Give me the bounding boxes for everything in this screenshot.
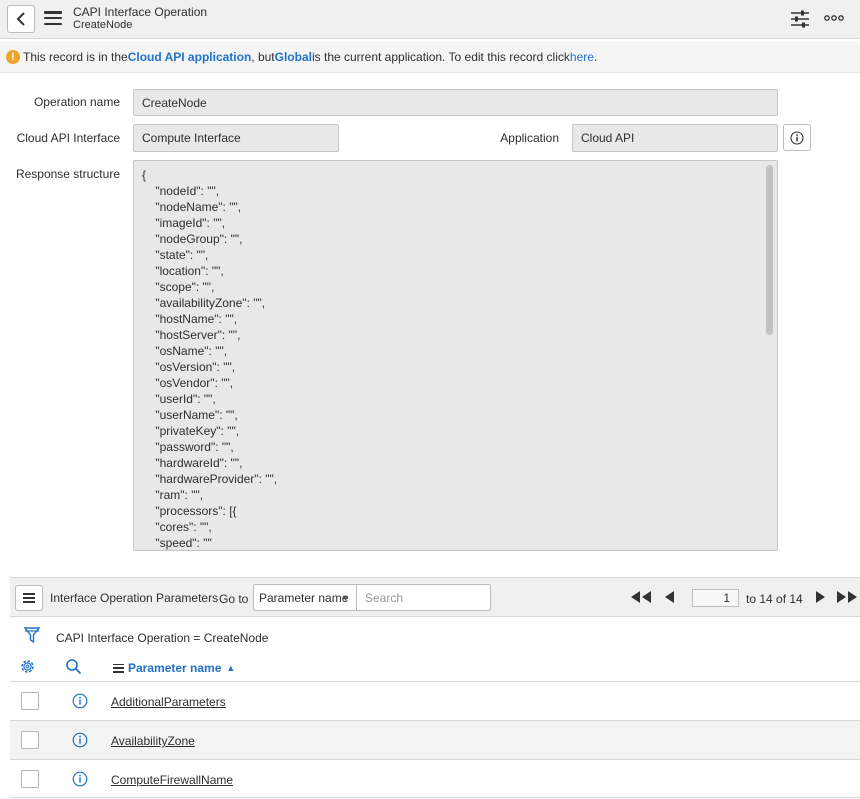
parameter-name-link[interactable]: AdditionalParameters bbox=[111, 695, 226, 709]
cloud-api-app-link[interactable]: Cloud API application bbox=[128, 50, 252, 64]
page-range-text: to 14 of 14 bbox=[746, 592, 803, 606]
parameter-name-link[interactable]: AvailabilityZone bbox=[111, 734, 195, 748]
search-icon[interactable] bbox=[65, 658, 82, 675]
operation-name-field[interactable]: CreateNode bbox=[133, 89, 778, 116]
table-row: AdditionalParameters bbox=[10, 681, 860, 720]
related-list-title: Interface Operation Parameters bbox=[50, 591, 219, 605]
row-checkbox[interactable] bbox=[21, 770, 39, 788]
record-title: CAPI Interface Operation CreateNode bbox=[73, 6, 207, 32]
page-subtitle: CreateNode bbox=[73, 19, 133, 31]
chevron-left-icon bbox=[16, 12, 25, 26]
response-structure-textarea[interactable]: { "nodeId": "", "nodeName": "", "imageId… bbox=[133, 160, 778, 551]
column-menu-icon[interactable] bbox=[113, 663, 124, 673]
funnel-icon[interactable] bbox=[24, 626, 40, 644]
goto-field-select[interactable]: Parameter name ▼ bbox=[253, 584, 357, 611]
goto-label: Go to bbox=[219, 592, 249, 606]
sliders-icon[interactable] bbox=[790, 10, 810, 28]
table-row: ComputeFirewallName bbox=[10, 759, 860, 798]
list-search-input[interactable] bbox=[356, 584, 491, 611]
cloud-api-interface-label: Cloud API Interface bbox=[16, 131, 120, 145]
response-structure-content: { "nodeId": "", "nodeName": "", "imageId… bbox=[142, 168, 278, 550]
filter-breadcrumb[interactable]: CAPI Interface Operation = CreateNode bbox=[56, 631, 268, 645]
application-label: Application bbox=[500, 131, 559, 145]
info-icon[interactable] bbox=[72, 732, 88, 748]
application-info-button[interactable] bbox=[783, 124, 811, 151]
next-page-icon[interactable] bbox=[815, 591, 827, 603]
current-app-name: Global bbox=[274, 49, 312, 64]
list-menu-button[interactable] bbox=[15, 585, 43, 611]
column-header-parameter-name[interactable]: Parameter name ▲ bbox=[113, 661, 235, 675]
exclamation-icon: ! bbox=[6, 49, 20, 64]
info-icon bbox=[790, 130, 804, 145]
hamburger-icon[interactable] bbox=[44, 11, 62, 25]
last-page-icon[interactable] bbox=[836, 591, 858, 603]
notice-text-2: , but bbox=[251, 49, 275, 64]
column-header-label: Parameter name bbox=[128, 661, 222, 675]
application-field[interactable]: Cloud API bbox=[572, 124, 778, 152]
edit-here-link[interactable]: here bbox=[570, 50, 594, 64]
info-icon[interactable] bbox=[72, 693, 88, 709]
page-number-input[interactable]: 1 bbox=[692, 589, 739, 607]
application-notice: ! This record is in the Cloud API applic… bbox=[0, 41, 860, 73]
hamburger-icon bbox=[23, 593, 35, 603]
row-checkbox[interactable] bbox=[21, 731, 39, 749]
caret-down-icon: ▼ bbox=[341, 593, 350, 603]
notice-text-3: is the current application. To edit this… bbox=[311, 49, 570, 64]
row-checkbox[interactable] bbox=[21, 692, 39, 710]
related-list-header: Interface Operation Parameters Go to Par… bbox=[10, 577, 860, 617]
notice-text-4: . bbox=[593, 49, 598, 64]
table-bottom-divider bbox=[10, 797, 860, 798]
sort-ascending-icon: ▲ bbox=[226, 663, 236, 673]
operation-name-label: Operation name bbox=[33, 95, 120, 109]
page-title: CAPI Interface Operation bbox=[73, 5, 208, 19]
info-icon[interactable] bbox=[72, 771, 88, 787]
gear-icon[interactable] bbox=[19, 658, 36, 675]
goto-selected-value: Parameter name bbox=[259, 590, 349, 605]
back-button[interactable] bbox=[7, 5, 35, 33]
notice-text-1: This record is in the bbox=[23, 49, 128, 64]
parameter-name-link[interactable]: ComputeFirewallName bbox=[111, 773, 233, 787]
table-row: AvailabilityZone bbox=[10, 720, 860, 759]
ellipsis-icon[interactable] bbox=[824, 13, 844, 23]
textarea-scrollbar[interactable] bbox=[766, 165, 773, 335]
previous-page-icon[interactable] bbox=[663, 591, 675, 603]
first-page-icon[interactable] bbox=[630, 591, 652, 603]
form-header: CAPI Interface Operation CreateNode bbox=[0, 0, 860, 39]
cloud-api-interface-field[interactable]: Compute Interface bbox=[133, 124, 339, 152]
response-structure-label: Response structure bbox=[15, 167, 120, 181]
